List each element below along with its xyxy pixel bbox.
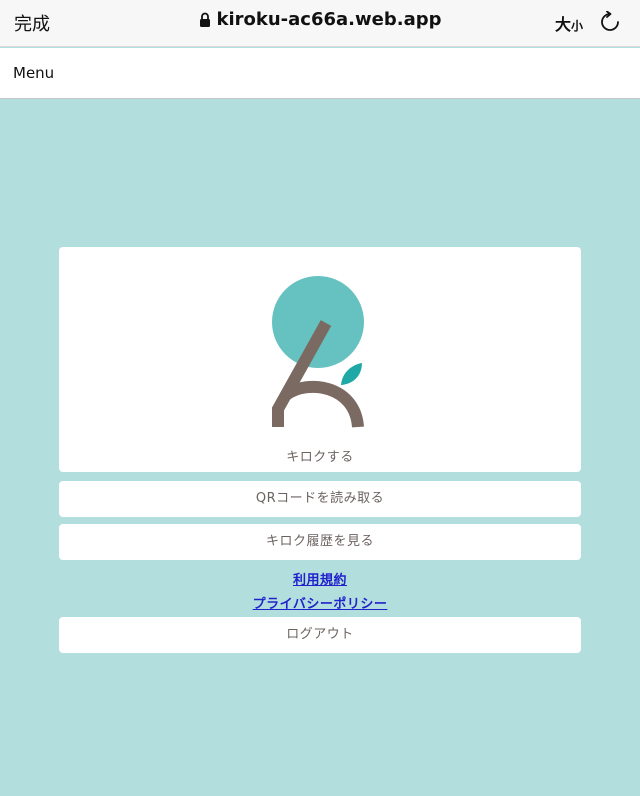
logout-button[interactable]: ログアウト <box>59 617 581 653</box>
lock-icon <box>199 12 210 27</box>
privacy-policy-link[interactable]: プライバシーポリシー <box>0 593 640 612</box>
kiroku-card[interactable]: キロクする <box>59 247 581 472</box>
menu-button[interactable]: Menu <box>13 64 54 82</box>
kiroku-logo <box>272 276 364 428</box>
done-button[interactable]: 完成 <box>14 10 50 36</box>
text-size-button[interactable]: 大小 <box>555 11 583 35</box>
text-size-small-label: 小 <box>571 19 584 33</box>
view-history-button[interactable]: キロク履歴を見る <box>59 524 581 560</box>
reload-icon[interactable] <box>599 11 621 33</box>
kiroku-button-label: キロクする <box>286 450 354 465</box>
browser-toolbar: 完成 kiroku-ac66a.web.app 大小 <box>0 0 640 47</box>
terms-link[interactable]: 利用規約 <box>0 569 640 588</box>
url-text: kiroku-ac66a.web.app <box>216 9 442 30</box>
text-size-large-label: 大 <box>555 15 572 34</box>
scan-qr-button[interactable]: QRコードを読み取る <box>59 481 581 517</box>
menu-bar: Menu <box>0 48 640 99</box>
address-bar[interactable]: kiroku-ac66a.web.app <box>199 9 442 30</box>
